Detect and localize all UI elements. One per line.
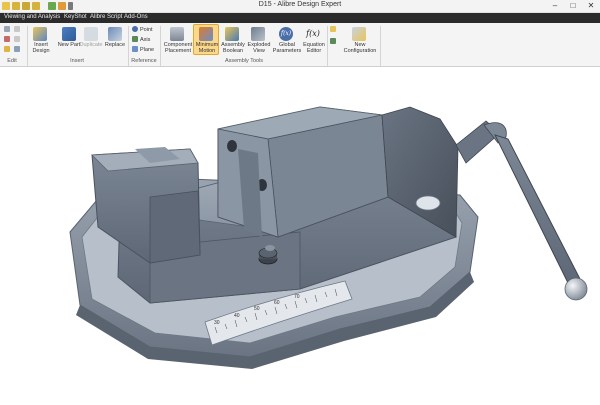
copy-icon[interactable] [14, 26, 22, 33]
handle-ball [564, 277, 588, 301]
plane-icon [132, 46, 138, 52]
dial-label: 50 [254, 306, 260, 312]
title-bar: D15 - Alibre Design Expert – □ ✕ [0, 0, 600, 13]
global-parameters-button[interactable]: f(x) Global Parameters [271, 24, 301, 55]
group-separator [160, 26, 161, 66]
minimize-icon[interactable]: – [546, 0, 564, 12]
dial-label: 70 [294, 294, 300, 300]
ribbon: Edit Insert Design New Part Duplicate Re… [0, 23, 600, 67]
axis-button[interactable]: Axis [132, 36, 150, 43]
new-configuration-button[interactable]: New Configuration [340, 24, 378, 55]
3d-viewport[interactable]: 30 40 50 60 70 [0, 67, 600, 400]
group-reference-label: Reference [131, 58, 157, 64]
group-assembly-tools-label: Assembly Tools [224, 58, 264, 64]
assembly-boolean-button[interactable]: Assembly Boolean [219, 24, 245, 55]
maximize-icon[interactable]: □ [564, 0, 582, 12]
group-separator [380, 26, 381, 66]
paste-icon[interactable] [14, 36, 22, 43]
configuration-list-icon[interactable] [330, 26, 338, 33]
vise-model: 30 40 50 60 70 [69, 106, 588, 369]
vise-handle [494, 134, 581, 288]
delete-icon[interactable] [4, 36, 12, 43]
component-placement-button[interactable]: Component Placement [162, 24, 192, 55]
new-configuration-icon [352, 27, 366, 41]
menu-bar: Viewing and Analysis KeyShot Alibre Scri… [0, 13, 600, 23]
insert-design-icon [33, 27, 47, 41]
properties-icon[interactable] [4, 46, 12, 53]
duplicate-button[interactable]: Duplicate [78, 24, 104, 49]
window-title: D15 - Alibre Design Expert [258, 1, 342, 8]
exploded-view-icon [251, 27, 265, 41]
component-placement-icon [170, 27, 184, 41]
menu-add-ons[interactable]: Add-Ons [124, 14, 148, 20]
close-icon[interactable]: ✕ [582, 0, 600, 12]
configuration-lock-icon[interactable] [330, 38, 338, 45]
new-part-icon [62, 27, 76, 41]
replace-icon [108, 27, 122, 41]
point-button[interactable]: Point [132, 26, 153, 33]
select-icon[interactable] [14, 46, 22, 53]
menu-keyshot[interactable]: KeyShot [64, 14, 87, 20]
group-separator [327, 26, 328, 66]
equation-editor-icon: f(x) [306, 29, 320, 38]
point-icon [132, 26, 138, 32]
menu-alibre-script[interactable]: Alibre Script [90, 14, 122, 20]
insert-design-button[interactable]: Insert Design [28, 24, 52, 55]
minimum-motion-button[interactable]: Minimum Motion [193, 24, 219, 55]
replace-button[interactable]: Replace [103, 24, 127, 49]
bolt-hole [227, 140, 237, 152]
axis-icon [132, 36, 138, 42]
menu-viewing-and-analysis[interactable]: Viewing and Analysis [4, 14, 60, 20]
minimum-motion-icon [199, 27, 213, 41]
group-insert-label: Insert [70, 58, 84, 64]
dial-label: 40 [234, 313, 240, 319]
cut-icon[interactable] [4, 26, 12, 33]
assembly-boolean-icon [225, 27, 239, 41]
group-edit-label: Edit [7, 58, 17, 64]
equation-editor-button[interactable]: f(x) Equation Editor [301, 24, 325, 55]
plane-button[interactable]: Plane [132, 46, 154, 53]
duplicate-icon [84, 27, 98, 41]
dial-label: 30 [214, 320, 220, 326]
global-parameters-icon: f(x) [279, 27, 293, 41]
dial-label: 60 [274, 300, 280, 306]
exploded-view-button[interactable]: Exploded View [246, 24, 270, 55]
